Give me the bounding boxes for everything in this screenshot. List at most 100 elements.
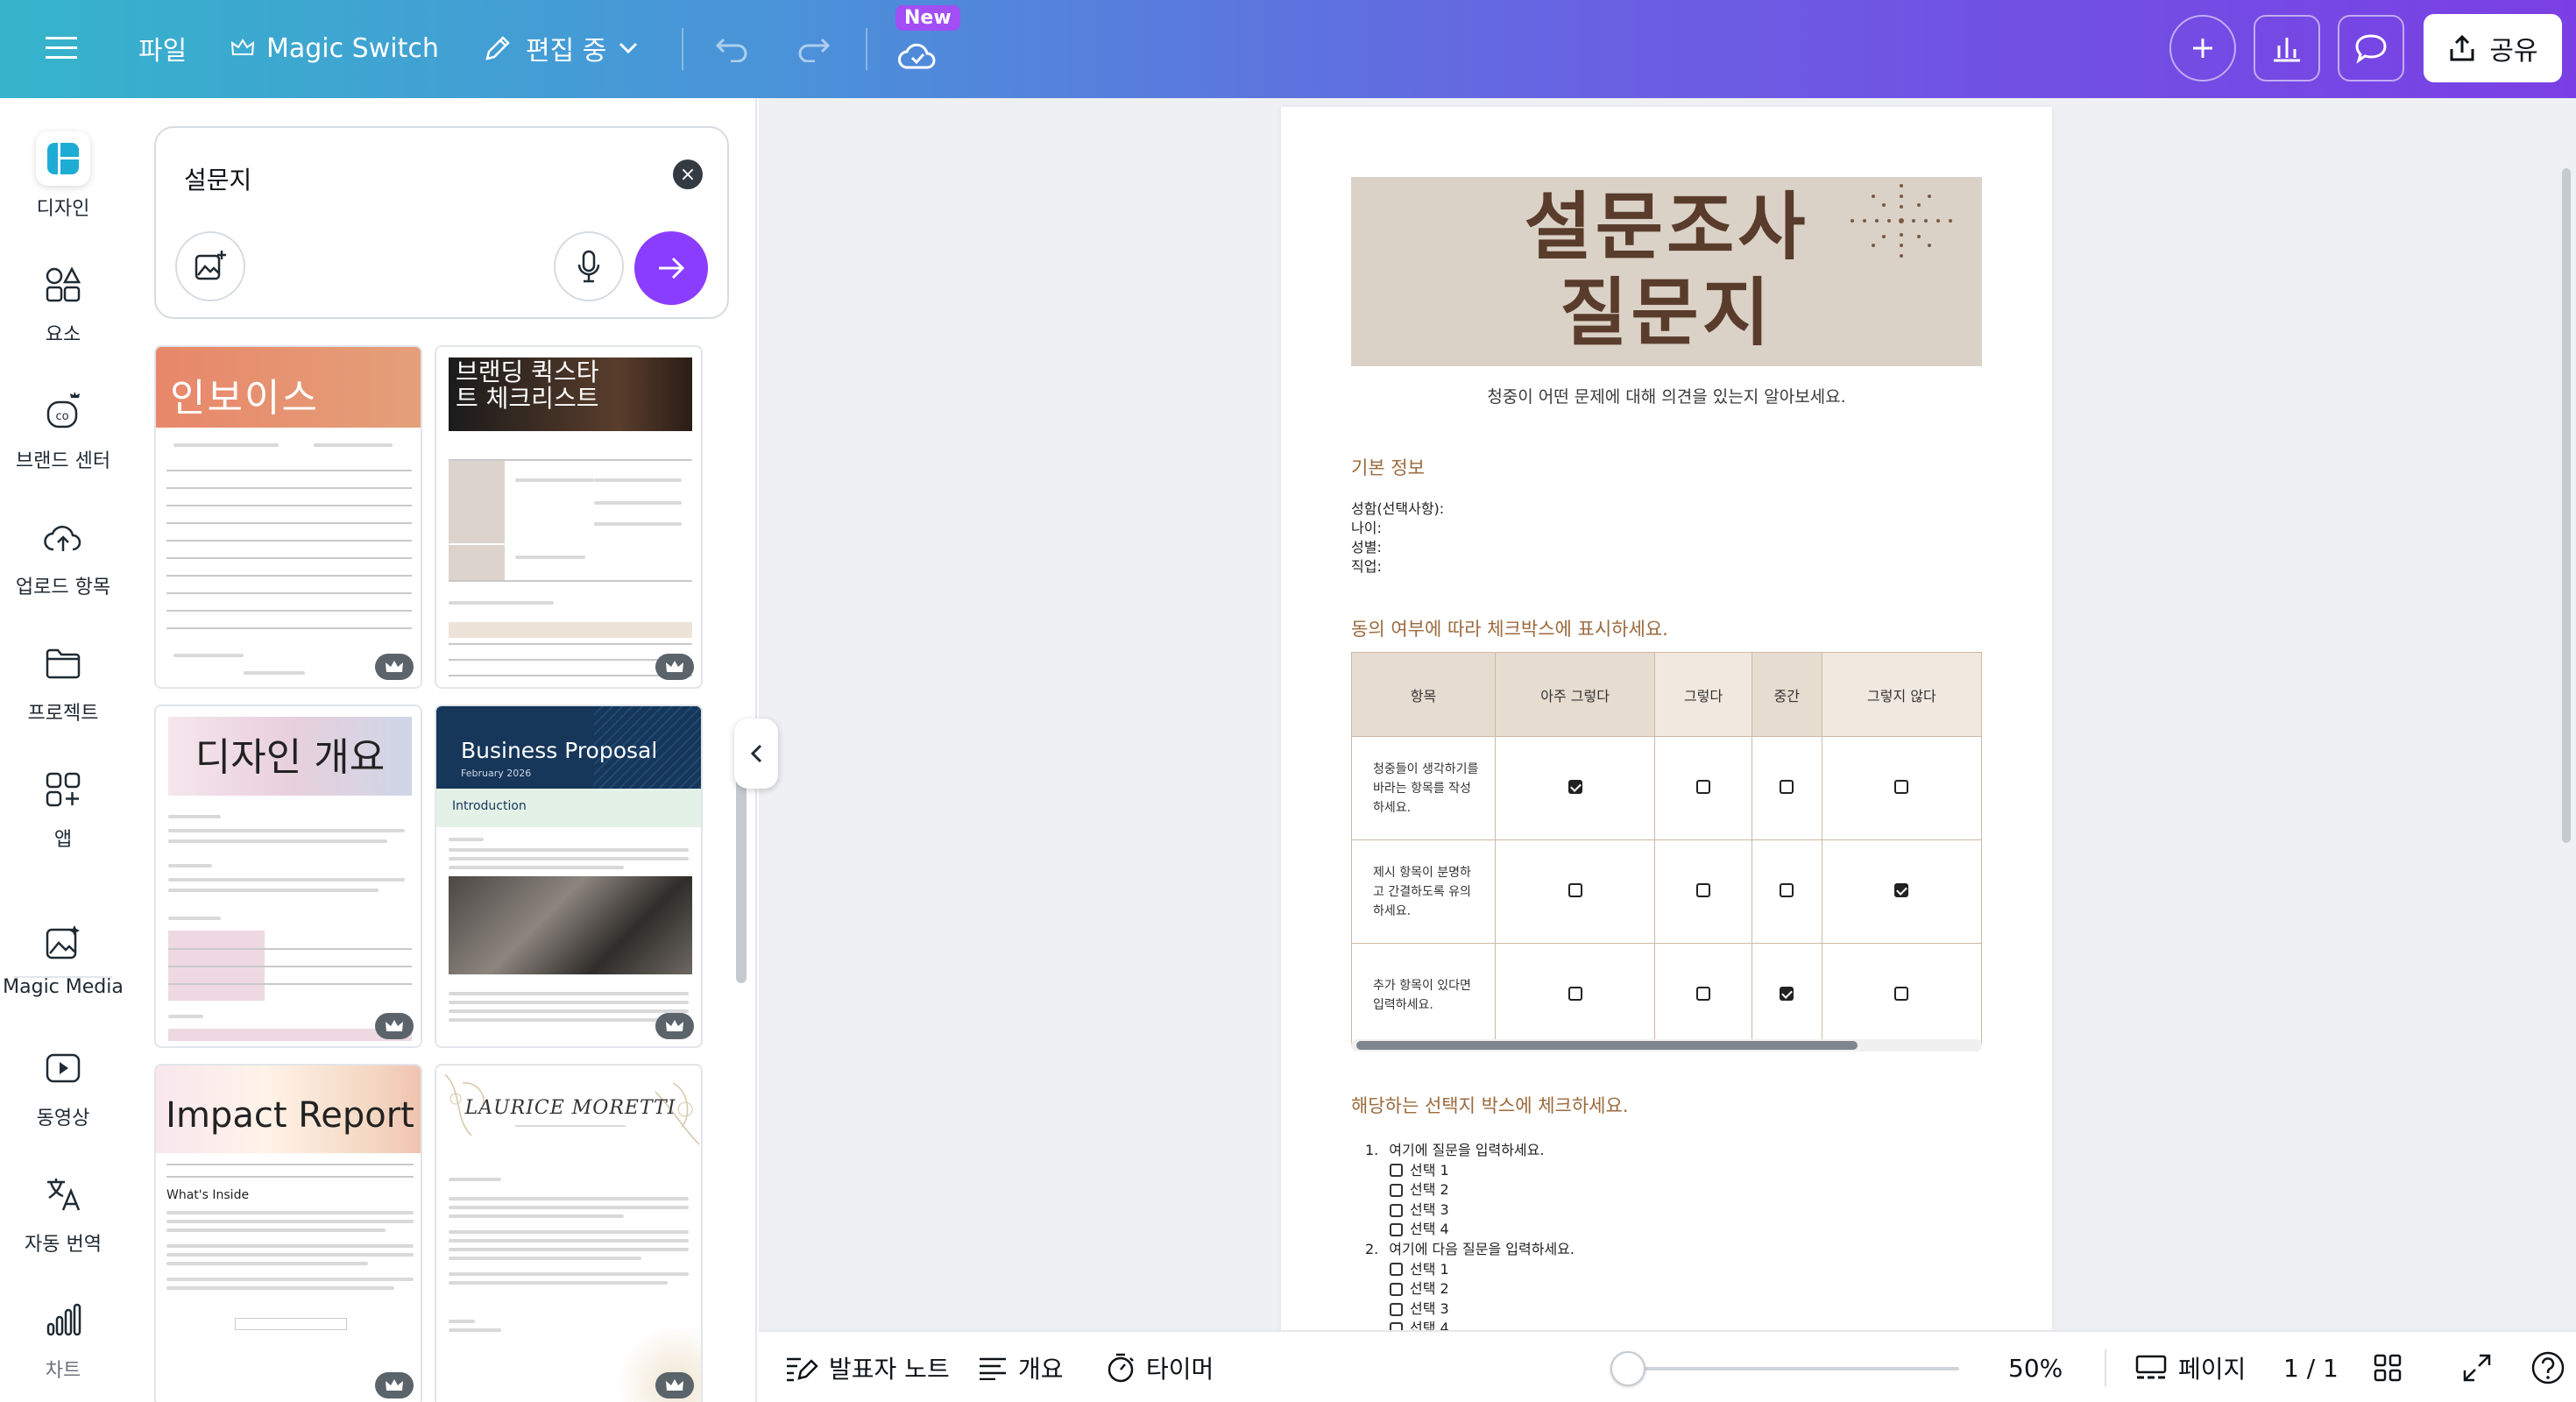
image-search-button[interactable]	[175, 231, 245, 301]
option-checkbox[interactable]	[1390, 1203, 1403, 1217]
rail-magic-media[interactable]: Magic Media	[0, 915, 126, 998]
template-card[interactable]: Business Proposal February 2026 Introduc…	[435, 705, 703, 1048]
checkbox[interactable]	[1568, 986, 1582, 1001]
option-label: 선택 4	[1410, 1221, 1449, 1238]
template-card[interactable]: LAURICE MORETTI	[435, 1064, 703, 1402]
rail-brand-center[interactable]: co 브랜드 센터	[0, 384, 126, 473]
section-choices[interactable]: 해당하는 선택지 박스에 체크하세요.	[1351, 1092, 1629, 1118]
template-card[interactable]: 디자인 개요	[154, 705, 422, 1048]
template-section: Introduction	[452, 799, 527, 813]
clear-search-button[interactable]: ×	[673, 159, 703, 189]
undo-icon	[715, 38, 747, 62]
brand-center-icon: co	[36, 384, 90, 438]
help-button[interactable]	[2530, 1332, 2565, 1402]
page-counter[interactable]: 1 / 1	[2283, 1332, 2339, 1402]
checkbox[interactable]	[1894, 779, 1909, 794]
crown-icon	[666, 1379, 683, 1391]
option-checkbox[interactable]	[1390, 1263, 1403, 1277]
checkbox[interactable]	[1894, 986, 1909, 1001]
add-button[interactable]	[2169, 15, 2236, 81]
cloud-check-icon	[898, 43, 936, 69]
redo-button[interactable]	[796, 18, 831, 79]
search-submit-button[interactable]	[634, 231, 708, 305]
file-menu-button[interactable]: 파일	[138, 18, 187, 79]
likert-table[interactable]: 항목 아주 그렇다 그렇다 중간 그렇지 않다 청중들이 생각하기를 바라는 항…	[1351, 652, 1983, 1047]
checkbox-checked[interactable]	[1568, 779, 1582, 794]
option-checkbox[interactable]	[1390, 1223, 1403, 1237]
upload-cloud-icon	[36, 510, 90, 564]
table-header: 아주 그렇다	[1494, 652, 1656, 737]
menu-button[interactable]	[46, 18, 77, 79]
option-checkbox[interactable]	[1390, 1183, 1403, 1197]
share-button[interactable]: 공유	[2424, 14, 2562, 82]
cloud-save-button[interactable]	[897, 25, 938, 86]
rail-translate[interactable]: 자동 번역	[0, 1167, 126, 1257]
rail-elements[interactable]: 요소	[0, 258, 126, 347]
fullscreen-button[interactable]	[2462, 1332, 2492, 1402]
collapse-panel-button[interactable]	[734, 719, 778, 789]
magic-switch-button[interactable]: Magic Switch	[231, 18, 439, 79]
canvas-scrollbar[interactable]	[2562, 168, 2571, 843]
voice-search-button[interactable]	[554, 231, 624, 301]
checkbox[interactable]	[1696, 986, 1711, 1001]
rail-projects[interactable]: 프로젝트	[0, 636, 126, 726]
undo-button[interactable]	[715, 18, 750, 79]
redo-icon	[798, 38, 831, 62]
document-subtitle[interactable]: 청중이 어떤 문제에 대해 의견을 있는지 알아보세요.	[1351, 384, 1982, 407]
checkbox-checked[interactable]	[1780, 986, 1794, 1001]
pages-button[interactable]: 페이지	[2134, 1332, 2246, 1402]
zoom-slider-track[interactable]	[1626, 1367, 1959, 1370]
search-input[interactable]: 설문지	[184, 161, 251, 196]
share-upload-icon	[2450, 34, 2474, 61]
document-page[interactable]: 설문조사 질문지 청중이 어떤 문제에 대해 의견을 있는지 알아보세요. 기본…	[1281, 107, 2052, 1336]
bottom-toolbar: 발표자 노트 개요 타이머 50% 페이지 1 / 1	[759, 1330, 2576, 1402]
zoom-slider-handle[interactable]	[1610, 1351, 1645, 1386]
presenter-notes-button[interactable]: 발표자 노트	[785, 1332, 950, 1402]
template-title: 인보이스	[170, 376, 319, 421]
pencil-icon	[485, 36, 510, 60]
outline-label: 개요	[1018, 1355, 1064, 1384]
timer-button[interactable]: 타이머	[1106, 1332, 1214, 1402]
option-checkbox[interactable]	[1390, 1282, 1403, 1296]
rail-design[interactable]: 디자인	[0, 131, 126, 221]
rail-uploads[interactable]: 업로드 항목	[0, 510, 126, 599]
table-header: 항목	[1351, 652, 1496, 737]
edit-mode-dropdown[interactable]: 편집 중	[482, 18, 638, 79]
rail-charts[interactable]: 차트	[0, 1293, 126, 1383]
question-item: 1. 여기에 질문을 입력하세요.	[1365, 1141, 1575, 1161]
field-gender: 성별:	[1351, 539, 1382, 556]
template-card[interactable]: 인보이스	[154, 345, 422, 689]
option-item: 선택 4	[1365, 1220, 1575, 1240]
chart-icon	[36, 1293, 90, 1348]
option-checkbox[interactable]	[1390, 1302, 1403, 1316]
translate-icon	[36, 1167, 90, 1221]
basic-info-fields[interactable]: 성함(선택사항): 나이: 성별: 직업:	[1351, 499, 1444, 577]
section-basic-info[interactable]: 기본 정보	[1351, 454, 1425, 480]
grid-view-button[interactable]	[2373, 1332, 2403, 1402]
template-card[interactable]: 브랜딩 퀵스타 트 체크리스트	[435, 345, 703, 689]
new-badge: New	[895, 5, 960, 31]
plus-icon	[2193, 39, 2212, 58]
checkbox[interactable]	[1568, 882, 1582, 897]
table-scrollbar[interactable]	[1356, 1041, 1858, 1050]
option-label: 선택 2	[1410, 1181, 1449, 1199]
checkbox[interactable]	[1780, 882, 1794, 897]
rail-apps[interactable]: 앱	[0, 762, 126, 852]
section-agreement[interactable]: 동의 여부에 따라 체크박스에 표시하세요.	[1351, 615, 1668, 641]
zoom-level-button[interactable]: 50%	[2008, 1332, 2063, 1402]
rail-video[interactable]: 동영상	[0, 1041, 126, 1130]
checkbox[interactable]	[1696, 779, 1711, 794]
checkbox[interactable]	[1696, 882, 1711, 897]
question-list[interactable]: 1. 여기에 질문을 입력하세요. 선택 1 선택 2 선택 3 선택 4 2.…	[1365, 1141, 1575, 1339]
insights-button[interactable]	[2254, 15, 2320, 81]
comments-button[interactable]	[2338, 15, 2404, 81]
rail-apps-label: 앱	[53, 829, 73, 851]
video-icon	[36, 1041, 90, 1095]
title-banner: 설문조사 질문지	[1351, 177, 1982, 366]
option-checkbox[interactable]	[1390, 1164, 1403, 1178]
checkbox[interactable]	[1780, 779, 1794, 794]
checkbox-checked[interactable]	[1894, 882, 1909, 897]
outline-button[interactable]: 개요	[978, 1332, 1064, 1402]
elements-icon	[36, 258, 90, 312]
template-card[interactable]: Impact Report What's Inside	[154, 1064, 422, 1402]
